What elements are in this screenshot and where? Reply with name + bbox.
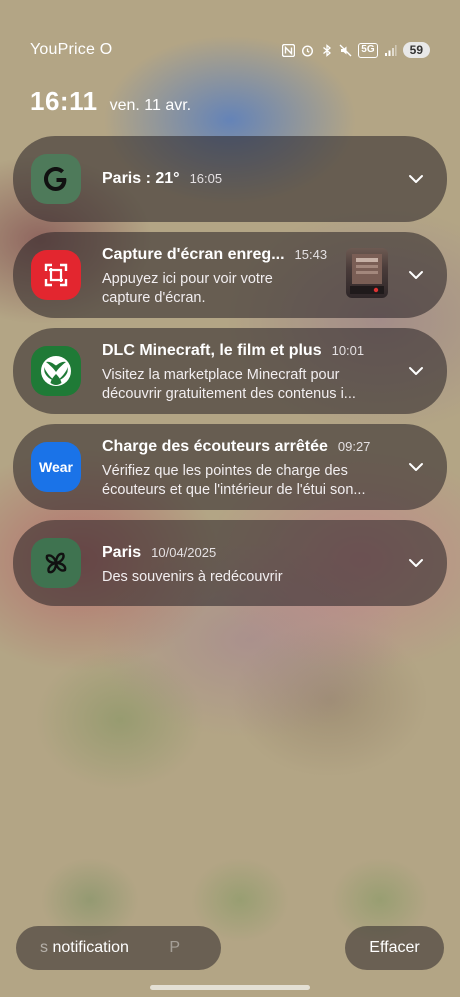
clear-all-label: Effacer <box>369 939 420 956</box>
screenshot-thumbnail[interactable] <box>346 248 388 298</box>
carrier-name: YouPrice O <box>30 41 113 58</box>
notification-title-row: Paris : 21° 16:05 <box>102 170 222 188</box>
notification-body-line: Des souvenirs à redécouvrir <box>102 569 283 585</box>
notification-body: Des souvenirs à redécouvrir <box>102 568 392 587</box>
notification-body: Visitez la marketplace Minecraft pour dé… <box>102 366 392 404</box>
notification-wear[interactable]: Wear Charge des écouteurs arrêtée 09:27 … <box>13 424 447 510</box>
xbox-icon <box>31 346 81 396</box>
notification-settings-button[interactable]: s notification P <box>16 926 221 970</box>
home-indicator[interactable] <box>150 985 310 990</box>
battery-icon: 59 <box>402 42 430 58</box>
notification-title-row: DLC Minecraft, le film et plus 10:01 <box>102 342 364 360</box>
notification-title-row: Paris 10/04/2025 <box>102 544 216 562</box>
status-icons: 5G 59 <box>282 42 430 58</box>
notification-body-line: Visitez la marketplace Minecraft pour <box>102 367 340 383</box>
notification-body: Appuyez ici pour voir votre capture d'éc… <box>102 270 342 308</box>
alarm-icon <box>301 44 314 57</box>
chevron-down-icon[interactable] <box>407 554 425 572</box>
notification-time: 10/04/2025 <box>151 545 217 560</box>
notification-memories[interactable]: Paris 10/04/2025 Des souvenirs à redécou… <box>13 520 447 606</box>
notification-title: Paris <box>102 544 142 561</box>
notification-title: Capture d'écran enreg... <box>102 246 285 263</box>
chevron-down-icon[interactable] <box>407 170 425 188</box>
wear-icon: Wear <box>31 442 81 492</box>
bluetooth-icon <box>320 43 333 57</box>
clock-row: 16:11 ven. 11 avr. <box>30 86 191 117</box>
notification-time: 09:27 <box>337 439 371 454</box>
notification-google-weather[interactable]: Paris : 21° 16:05 <box>13 136 447 222</box>
notification-settings-label: s notification P <box>40 939 180 957</box>
chevron-down-icon[interactable] <box>407 458 425 476</box>
signal-icon <box>384 44 397 57</box>
notification-xbox[interactable]: DLC Minecraft, le film et plus 10:01 Vis… <box>13 328 447 414</box>
settings-label-prefix: s <box>40 939 48 956</box>
notification-time: 16:05 <box>189 171 223 186</box>
mute-icon <box>339 44 352 57</box>
settings-label-text: notification <box>52 939 129 956</box>
notification-title-row: Charge des écouteurs arrêtée 09:27 <box>102 438 370 456</box>
pinwheel-icon <box>31 538 81 588</box>
notification-screenshot[interactable]: Capture d'écran enreg... 15:43 Appuyez i… <box>13 232 447 318</box>
notification-body: Vérifiez que les pointes de charge des é… <box>102 462 392 500</box>
notification-time: 10:01 <box>331 343 365 358</box>
notification-title: DLC Minecraft, le film et plus <box>102 342 322 359</box>
status-bar: YouPrice O 5G 59 <box>30 38 430 62</box>
notification-time: 15:43 <box>294 247 328 262</box>
notification-body-line: découvrir gratuitement des contenus i... <box>102 386 356 402</box>
notification-title: Charge des écouteurs arrêtée <box>102 438 328 455</box>
wear-icon-label: Wear <box>39 459 73 475</box>
clock-date: ven. 11 avr. <box>109 97 192 114</box>
notification-body-line: Vérifiez que les pointes de charge des <box>102 463 348 479</box>
notification-body-line: écouteurs et que l'intérieur de l'étui s… <box>102 482 366 498</box>
chevron-down-icon[interactable] <box>407 362 425 380</box>
notification-body-line: capture d'écran. <box>102 290 206 306</box>
settings-label-suffix: P <box>169 939 181 956</box>
notification-title: Paris : 21° <box>102 170 180 187</box>
chevron-down-icon[interactable] <box>407 266 425 284</box>
5g-icon: 5G <box>358 42 378 58</box>
google-icon <box>31 154 81 204</box>
notification-title-row: Capture d'écran enreg... 15:43 <box>102 246 327 264</box>
screenshot-crop-icon <box>31 250 81 300</box>
clear-all-button[interactable]: Effacer <box>345 926 444 970</box>
notification-body-line: Appuyez ici pour voir votre <box>102 271 273 287</box>
nfc-icon <box>282 43 296 57</box>
clock-time: 16:11 <box>30 86 98 116</box>
